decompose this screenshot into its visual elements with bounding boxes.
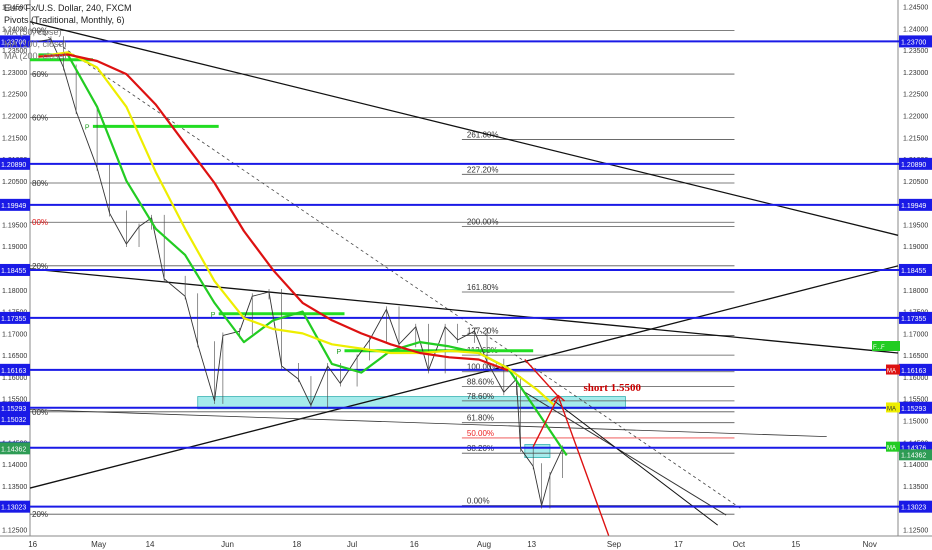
- x-tick: Nov: [863, 540, 877, 549]
- y-tick-right: 1.17000: [903, 331, 928, 338]
- right-indicator-badge-label: F...F: [873, 345, 885, 351]
- legend-pivots: Pivots (Traditional, Monthly, 6): [4, 15, 125, 25]
- x-tick: 17: [674, 540, 683, 549]
- pivot-marker-label: P: [211, 312, 216, 319]
- pivot-level-label: 60%: [32, 114, 48, 123]
- x-tick: May: [91, 540, 106, 549]
- y-tick-right: 1.18000: [903, 288, 928, 295]
- right-indicator-badge-label: MA: [887, 446, 896, 452]
- y-tick-right: 1.19500: [903, 222, 928, 229]
- y-tick-left: 1.20500: [2, 179, 27, 186]
- y-tick-left: 1.16500: [2, 353, 27, 360]
- y-tick-right: 1.21500: [903, 135, 928, 142]
- y-tick-left: 1.16000: [2, 375, 27, 382]
- key-level-badge-label: 1.19949: [901, 203, 926, 210]
- last-price-badge-label: 1.14362: [901, 452, 926, 459]
- key-level-badge-label: 1.18455: [901, 268, 926, 275]
- y-tick-right: 1.22000: [903, 113, 928, 120]
- key-level-badge-label: 1.17355: [901, 316, 926, 323]
- left-level-badge-label: 1.15032: [1, 417, 26, 424]
- y-tick-right: 1.13500: [903, 484, 928, 491]
- x-tick: Jun: [221, 540, 234, 549]
- chart-background: [0, 0, 932, 550]
- y-tick-right: 1.23000: [903, 70, 928, 77]
- price-chart[interactable]: 1.245001.245001.240001.240001.235001.235…: [0, 0, 932, 550]
- legend-symbol: Euro Fx/U.S. Dollar, 240, FXCM: [4, 3, 132, 13]
- y-tick-left: 1.13500: [2, 484, 27, 491]
- pivot-level-label: 80%: [32, 179, 48, 188]
- x-tick: Jul: [347, 540, 357, 549]
- fib-level-label: 227.20%: [467, 165, 499, 174]
- y-tick-left: 1.12500: [2, 527, 27, 534]
- key-level-badge-label: 1.13023: [901, 505, 926, 512]
- legend-ma-200: MA (200, close): [4, 51, 67, 61]
- y-tick-left: 1.14000: [2, 462, 27, 469]
- y-tick-right: 1.14000: [903, 462, 928, 469]
- key-level-badge-label: 1.23700: [901, 39, 926, 46]
- y-tick-left: 1.22000: [2, 113, 27, 120]
- right-indicator-badge-label: MA: [887, 369, 896, 375]
- fib-level-label: 50.00%: [467, 429, 494, 438]
- support-zone: [524, 444, 551, 458]
- pivot-level-label: 20%: [32, 510, 48, 519]
- key-level-badge-label: 1.20890: [901, 162, 926, 169]
- short-annotation: short 1.5500: [584, 382, 642, 394]
- fib-level-label: 261.80%: [467, 130, 499, 139]
- chart-legend: Euro Fx/U.S. Dollar, 240, FXCM Pivots (T…: [4, 2, 132, 62]
- fib-level-label: 78.60%: [467, 392, 494, 401]
- chart-root: 1.24500 1.24500 1.24000 1.24000 1.23500 1.235…: [0, 0, 932, 550]
- y-tick-left: 1.18000: [2, 288, 27, 295]
- y-tick-left: 1.21500: [2, 135, 27, 142]
- left-level-badge-label: 1.17355: [1, 316, 26, 323]
- legend-ma-50: MA (50, close): [4, 27, 62, 37]
- y-tick-left: 1.22500: [2, 92, 27, 99]
- fib-level-label: 61.80%: [467, 414, 494, 423]
- x-tick: Sep: [607, 540, 622, 549]
- pivot-level-label: 00%: [32, 218, 48, 227]
- pivot-level-label: 60%: [32, 70, 48, 79]
- y-tick-right: 1.24000: [903, 26, 928, 33]
- y-tick-left: 1.17000: [2, 331, 27, 338]
- x-tick: 15: [791, 540, 800, 549]
- y-tick-right: 1.24500: [903, 5, 928, 12]
- y-tick-right: 1.23500: [903, 48, 928, 55]
- x-tick: 18: [292, 540, 301, 549]
- fib-level-label: 88.60%: [467, 378, 494, 387]
- left-level-badge-label: 1.14362: [1, 446, 26, 453]
- y-tick-right: 1.19000: [903, 244, 928, 251]
- y-tick-right: 1.22500: [903, 92, 928, 99]
- x-tick: 14: [146, 540, 155, 549]
- pivot-marker-label: P: [336, 349, 341, 356]
- pivot-level-label: 00%: [32, 408, 48, 417]
- left-level-badge-label: 1.13023: [1, 505, 26, 512]
- key-level-badge-label: 1.16163: [901, 368, 926, 375]
- fib-level-label: 0.00%: [467, 496, 490, 505]
- legend-ma-100: MA (100, close): [4, 39, 67, 49]
- x-tick: Oct: [733, 540, 746, 549]
- x-tick: Aug: [477, 540, 491, 549]
- y-tick-right: 1.16000: [903, 375, 928, 382]
- x-tick: 16: [410, 540, 419, 549]
- fib-level-label: 127.20%: [467, 327, 499, 336]
- y-tick-left: 1.23000: [2, 70, 27, 77]
- y-tick-right: 1.16500: [903, 353, 928, 360]
- right-indicator-badge-label: MA: [887, 406, 896, 412]
- y-tick-right: 1.20500: [903, 179, 928, 186]
- y-tick-left: 1.19000: [2, 244, 27, 251]
- x-tick: 13: [527, 540, 536, 549]
- y-tick-right: 1.12500: [903, 527, 928, 534]
- left-level-badge-label: 1.15293: [1, 406, 26, 413]
- left-level-badge-label: 1.16163: [1, 368, 26, 375]
- pivot-marker-label: P: [85, 124, 90, 131]
- left-level-badge-label: 1.20890: [1, 162, 26, 169]
- left-level-badge-label: 1.19949: [1, 203, 26, 210]
- y-tick-right: 1.15000: [903, 419, 928, 426]
- key-level-badge-label: 1.15293: [901, 406, 926, 413]
- y-tick-left: 1.19500: [2, 222, 27, 229]
- x-tick: 16: [28, 540, 37, 549]
- left-level-badge-label: 1.18455: [1, 268, 26, 275]
- fib-level-label: 200.00%: [467, 218, 499, 227]
- fib-level-label: 161.80%: [467, 283, 499, 292]
